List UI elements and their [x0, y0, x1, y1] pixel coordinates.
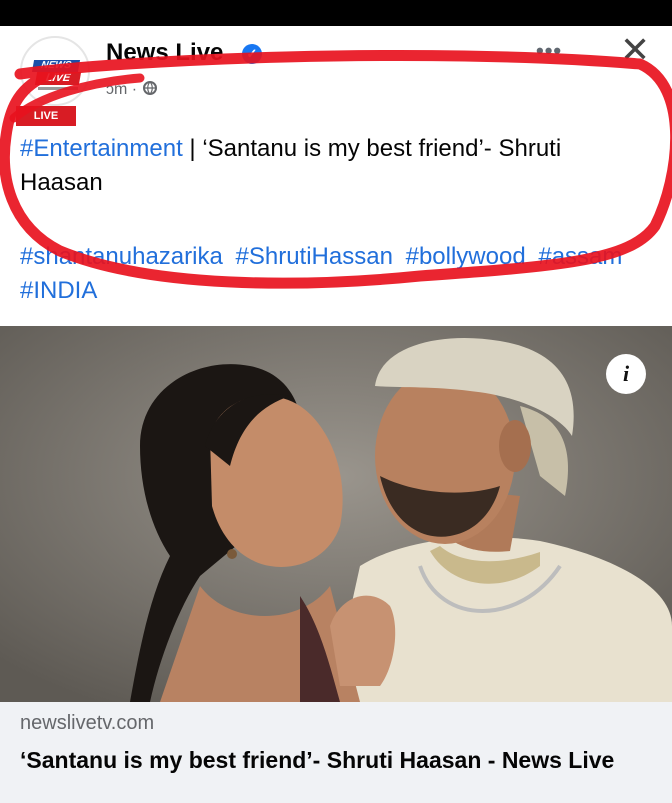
- globe-icon: [142, 81, 157, 95]
- page-name-link[interactable]: News Live: [106, 39, 223, 67]
- page-avatar[interactable]: NEWS LIVE: [20, 36, 90, 106]
- close-icon[interactable]: ✕: [620, 32, 650, 68]
- link-title[interactable]: ‘Santanu is my best friend’- Shruti Haas…: [20, 744, 620, 776]
- post-text: #Entertainment | ‘Santanu is my best fri…: [20, 132, 650, 200]
- more-options-icon[interactable]: •••: [536, 38, 562, 64]
- post-meta: ɔm ·: [106, 80, 158, 99]
- hashtag-link[interactable]: #ShrutiHassan: [236, 243, 393, 270]
- link-domain: newslivetv.com: [20, 712, 155, 734]
- live-badge: LIVE: [16, 106, 76, 126]
- hashtag-link[interactable]: #INDIA: [20, 277, 97, 304]
- logo-underline: [38, 87, 78, 90]
- post-hashtags: #shantanuhazarika #ShrutiHassan #bollywo…: [20, 240, 650, 308]
- verified-badge-icon: ✓: [242, 44, 262, 64]
- logo-news-text: NEWS: [31, 60, 81, 72]
- post-timestamp[interactable]: ɔm ·: [106, 81, 142, 98]
- post-card: NEWS LIVE News Live ✓ ɔm · ••• ✕ LIVE #E…: [0, 26, 672, 803]
- post-photo[interactable]: i: [0, 326, 672, 702]
- photo-illustration: [0, 326, 672, 702]
- hashtag-link[interactable]: #Entertainment: [20, 135, 183, 162]
- link-preview[interactable]: newslivetv.com ‘Santanu is my best frien…: [0, 702, 672, 803]
- hashtag-link[interactable]: #assam: [538, 243, 622, 270]
- hashtag-link[interactable]: #shantanuhazarika: [20, 243, 223, 270]
- logo-live-text: LIVE: [34, 72, 82, 85]
- info-icon[interactable]: i: [606, 354, 646, 394]
- hashtag-link[interactable]: #bollywood: [406, 243, 526, 270]
